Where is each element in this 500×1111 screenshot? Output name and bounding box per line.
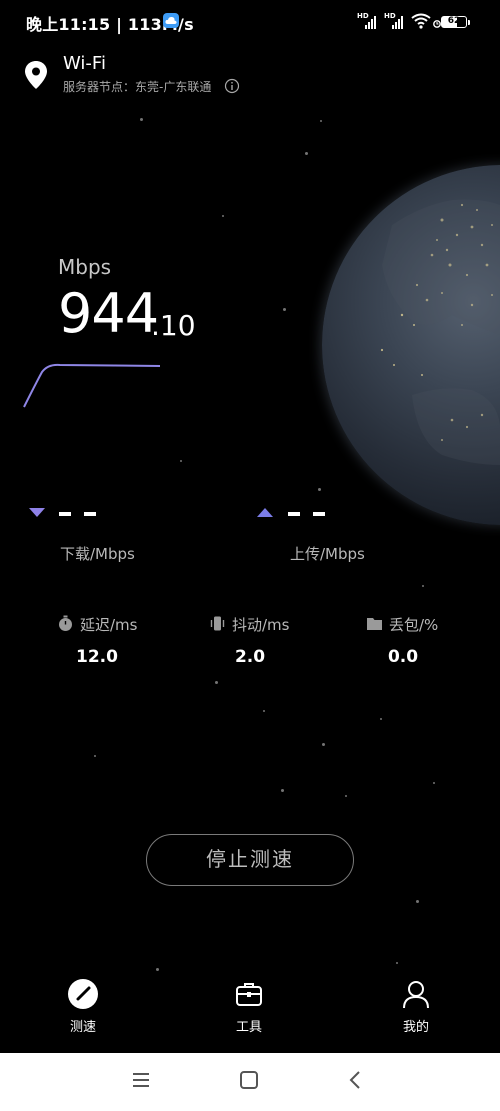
info-icon[interactable] [224,78,240,98]
vibrate-icon [210,616,225,631]
download-placeholder-dash [59,512,71,516]
cloud-icon [163,13,179,28]
nav-tab-speedtest[interactable]: 测速 [43,978,123,1035]
jitter-label: 抖动/ms [232,616,290,634]
status-bar: 晚上11:15 | 113M/s HD HD 62 [0,0,500,44]
packet-loss-label: 丢包/% [389,616,439,634]
speed-value-decimal: .10 [151,309,196,342]
menu-icon[interactable] [131,1070,151,1090]
status-icons: HD HD 62 [357,12,472,32]
download-placeholder-dash [84,512,96,516]
server-node: 服务器节点：东莞-广东联通 [63,80,212,94]
nav-tab-label: 工具 [235,1020,262,1035]
wifi-icon [411,13,431,33]
user-icon [403,981,429,1009]
latency-label: 延迟/ms [80,616,138,634]
upload-arrow-icon [257,508,273,517]
packet-loss-value: 0.0 [387,647,419,667]
jitter-value: 2.0 [234,647,266,667]
speed-graph-line [23,363,161,408]
nav-tab-tools[interactable]: 工具 [209,978,289,1035]
home-icon[interactable] [239,1070,259,1090]
folder-icon [367,618,382,630]
battery-level: 62 [447,16,461,26]
download-label: 下载/Mbps [60,545,135,563]
nav-tab-label: 测速 [69,1020,96,1035]
upload-placeholder-dash [313,512,325,516]
system-navigation-bar [0,1053,500,1111]
nav-tab-label: 我的 [402,1020,429,1035]
nav-tab-profile[interactable]: 我的 [376,978,456,1035]
earth-city-lights [380,199,500,465]
speed-unit: Mbps [58,255,112,279]
location-icon [24,60,48,94]
upload-label: 上传/Mbps [290,545,365,563]
stop-test-button[interactable]: 停止测速 [146,834,354,886]
speed-value-integer: 944 [58,282,159,345]
battery-icon: 62 [441,16,467,28]
latency-value: 12.0 [76,647,118,667]
back-icon[interactable] [346,1070,366,1090]
speedometer-icon [68,979,98,1009]
download-arrow-icon [29,508,45,517]
speedtest-screen: 晚上11:15 | 113M/s HD HD 62 Wi-Fi 服务器节点：东莞… [0,0,500,1111]
network-name: Wi-Fi [63,53,106,74]
signal-icon: HD [384,12,406,34]
toolbox-icon [236,983,262,1006]
timer-icon [59,615,72,631]
alarm-icon [433,15,441,34]
signal-icon: HD [357,12,379,34]
upload-placeholder-dash [288,512,300,516]
